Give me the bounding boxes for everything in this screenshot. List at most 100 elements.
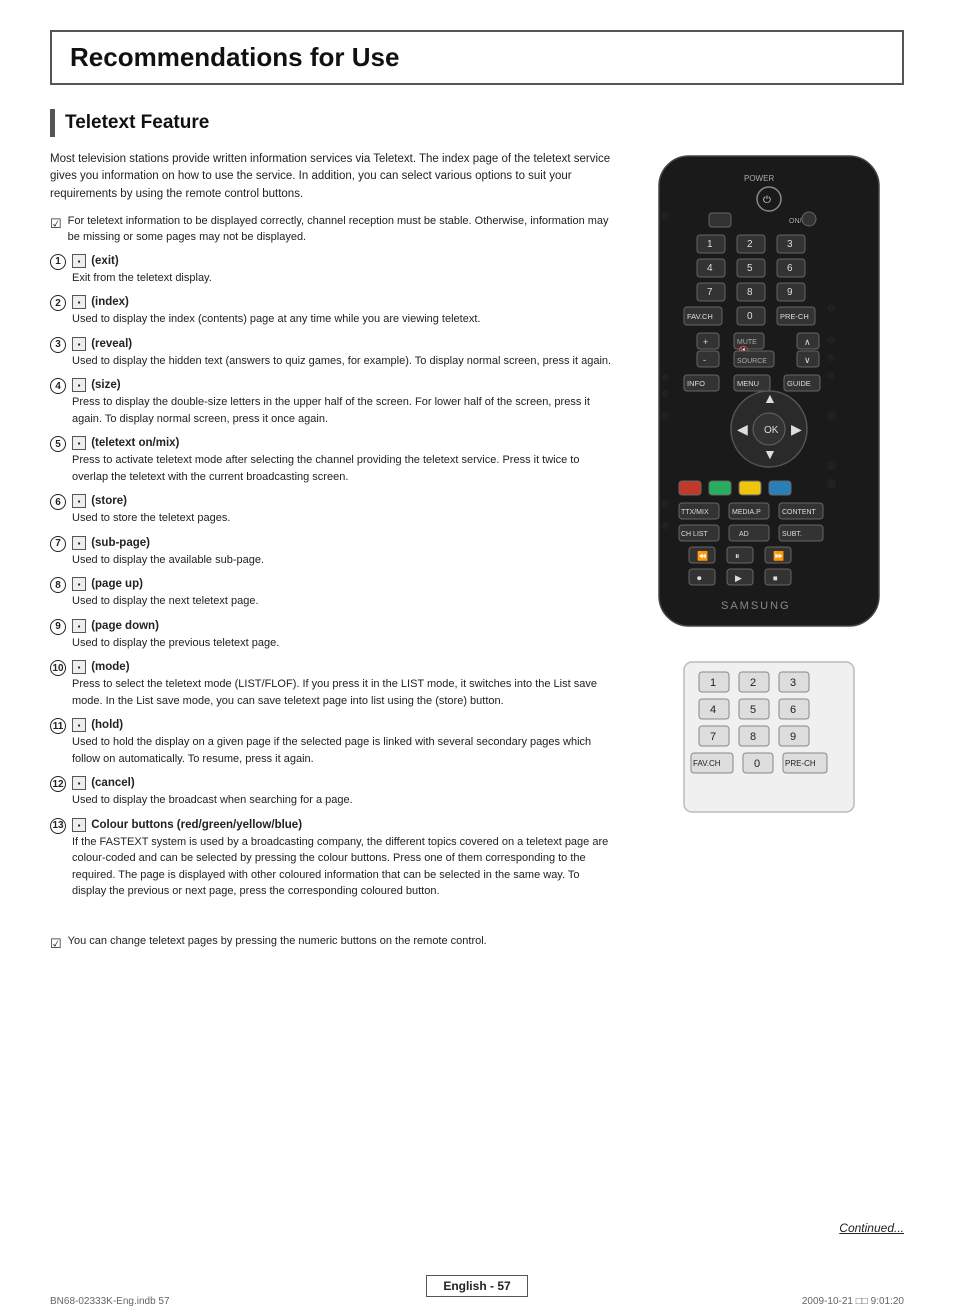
feature-number-10: 10 — [50, 660, 66, 676]
svg-text:2: 2 — [750, 677, 756, 689]
feature-content-6: ▪ (store) Used to store the teletext page… — [72, 494, 616, 527]
feature-desc-9: Used to display the previous teletext pa… — [72, 635, 616, 652]
feature-icon-8: ▪ — [72, 577, 86, 591]
feature-item-13: 13 ▪ Colour buttons (red/green/yellow/blu… — [50, 818, 616, 900]
feature-number-8: 8 — [50, 577, 66, 593]
feature-number-4: 4 — [50, 378, 66, 394]
feature-title-3: ▪ (reveal) — [72, 337, 616, 351]
feature-title-10: ▪ (mode) — [72, 660, 616, 674]
svg-text:SOURCE: SOURCE — [737, 358, 767, 365]
svg-text:❷: ❷ — [661, 373, 669, 383]
svg-text:5: 5 — [750, 704, 756, 716]
feature-content-5: ▪ (teletext on/mix) Press to activate tel… — [72, 436, 616, 485]
feature-icon-11: ▪ — [72, 718, 86, 732]
feature-icon-2: ▪ — [72, 295, 86, 309]
feature-number-1: 1 — [50, 254, 66, 270]
feature-number-5: 5 — [50, 436, 66, 452]
feature-desc-11: Used to hold the display on a given page… — [72, 734, 616, 767]
feature-desc-10: Press to select the teletext mode (LIST/… — [72, 676, 616, 709]
page-title: Recommendations for Use — [70, 42, 884, 73]
feature-number-9: 9 — [50, 619, 66, 635]
feature-item-1: 1 ▪ (exit) Exit from the teletext display. — [50, 254, 616, 287]
svg-text:⏻: ⏻ — [763, 195, 771, 206]
svg-text:⓭: ⓭ — [827, 478, 836, 489]
svg-text:6: 6 — [787, 263, 793, 274]
svg-text:2: 2 — [747, 239, 753, 250]
feature-desc-8: Used to display the next teletext page. — [72, 593, 616, 610]
svg-text:▼: ▼ — [763, 446, 777, 462]
svg-text:FAV.CH: FAV.CH — [687, 312, 713, 321]
svg-text:OK: OK — [764, 425, 779, 436]
section-heading: Teletext Feature — [50, 109, 904, 137]
svg-text:⏩: ⏩ — [773, 550, 784, 561]
feature-title-13: ▪ Colour buttons (red/green/yellow/blue) — [72, 818, 616, 832]
svg-text:⏪: ⏪ — [697, 550, 708, 561]
feature-number-13: 13 — [50, 818, 66, 834]
svg-text:INFO: INFO — [687, 379, 705, 388]
feature-desc-6: Used to store the teletext pages. — [72, 510, 616, 527]
feature-desc-5: Press to activate teletext mode after se… — [72, 452, 616, 485]
feature-title-1: ▪ (exit) — [72, 254, 616, 268]
svg-text:GUIDE: GUIDE — [787, 379, 811, 388]
svg-text:SUBT.: SUBT. — [782, 531, 802, 538]
svg-text:AD: AD — [739, 531, 749, 538]
meta-left: BN68-02333K-Eng.indb 57 — [50, 1296, 170, 1307]
feature-title-5: ▪ (teletext on/mix) — [72, 436, 616, 450]
continued-text: Continued... — [839, 1221, 904, 1235]
feature-number-11: 11 — [50, 718, 66, 734]
svg-text:-: - — [703, 355, 706, 365]
feature-desc-4: Press to display the double-size letters… — [72, 394, 616, 427]
footer-badge: English - 57 — [426, 1275, 527, 1297]
feature-desc-12: Used to display the broadcast when searc… — [72, 792, 616, 809]
svg-text:1: 1 — [707, 239, 713, 250]
feature-number-2: 2 — [50, 295, 66, 311]
feature-desc-3: Used to display the hidden text (answers… — [72, 353, 616, 370]
svg-text:0: 0 — [747, 311, 753, 322]
feature-title-2: ▪ (index) — [72, 295, 616, 309]
svg-text:⏸: ⏸ — [735, 551, 740, 561]
feature-content-1: ▪ (exit) Exit from the teletext display. — [72, 254, 616, 287]
feature-content-8: ▪ (page up)Used to display the next tele… — [72, 577, 616, 610]
feature-title-12: ▪ (cancel) — [72, 776, 616, 790]
feature-desc-13: If the FASTEXT system is used by a broad… — [72, 834, 616, 900]
svg-text:PRE-CH: PRE-CH — [785, 759, 816, 768]
feature-number-12: 12 — [50, 776, 66, 792]
note-1: ☑ For teletext information to be display… — [50, 213, 616, 246]
svg-text:SAMSUNG: SAMSUNG — [721, 600, 791, 612]
feature-item-8: 8 ▪ (page up)Used to display the next tel… — [50, 577, 616, 610]
svg-text:❼: ❼ — [827, 303, 835, 313]
remote-svg: POWER ⏻ TV ON/OFF 1 2 3 4 — [649, 151, 889, 641]
svg-text:5: 5 — [747, 263, 753, 274]
feature-icon-12: ▪ — [72, 776, 86, 790]
feature-content-3: ▪ (reveal) Used to display the hidden tex… — [72, 337, 616, 370]
feature-title-6: ▪ (store) — [72, 494, 616, 508]
svg-text:MUTE: MUTE — [737, 339, 757, 346]
feature-content-13: ▪ Colour buttons (red/green/yellow/blue)… — [72, 818, 616, 900]
section-bar — [50, 109, 55, 137]
svg-text:▶: ▶ — [735, 573, 742, 583]
note-2-text: You can change teletext pages by pressin… — [68, 933, 487, 950]
footer: English - 57 — [0, 1275, 954, 1297]
svg-text:❸: ❸ — [661, 389, 669, 399]
title-box: Recommendations for Use — [50, 30, 904, 85]
svg-text:6: 6 — [790, 704, 796, 716]
feature-item-10: 10 ▪ (mode) Press to select the teletext m… — [50, 660, 616, 709]
svg-text:TTX/MIX: TTX/MIX — [681, 509, 709, 516]
svg-text:9: 9 — [790, 731, 796, 743]
svg-text:▲: ▲ — [763, 390, 777, 406]
feature-icon-5: ▪ — [72, 436, 86, 450]
feature-title-9: ▪ (page down) — [72, 619, 616, 633]
feature-item-5: 5 ▪ (teletext on/mix) Press to activate te… — [50, 436, 616, 485]
svg-text:⏹: ⏹ — [773, 573, 778, 583]
svg-text:1: 1 — [710, 677, 716, 689]
svg-text:❽: ❽ — [827, 335, 835, 345]
feature-title-11: ▪ (hold) — [72, 718, 616, 732]
footer-badge-text: English - 57 — [443, 1279, 510, 1293]
feature-content-4: ▪ (size)Press to display the double-size… — [72, 378, 616, 427]
feature-content-11: ▪ (hold) Used to hold the display on a gi… — [72, 718, 616, 767]
svg-text:MENU: MENU — [737, 379, 759, 388]
svg-text:❿: ❿ — [827, 371, 835, 381]
feature-desc-1: Exit from the teletext display. — [72, 270, 616, 287]
svg-text:PRE-CH: PRE-CH — [780, 312, 809, 321]
svg-text:4: 4 — [707, 263, 713, 274]
